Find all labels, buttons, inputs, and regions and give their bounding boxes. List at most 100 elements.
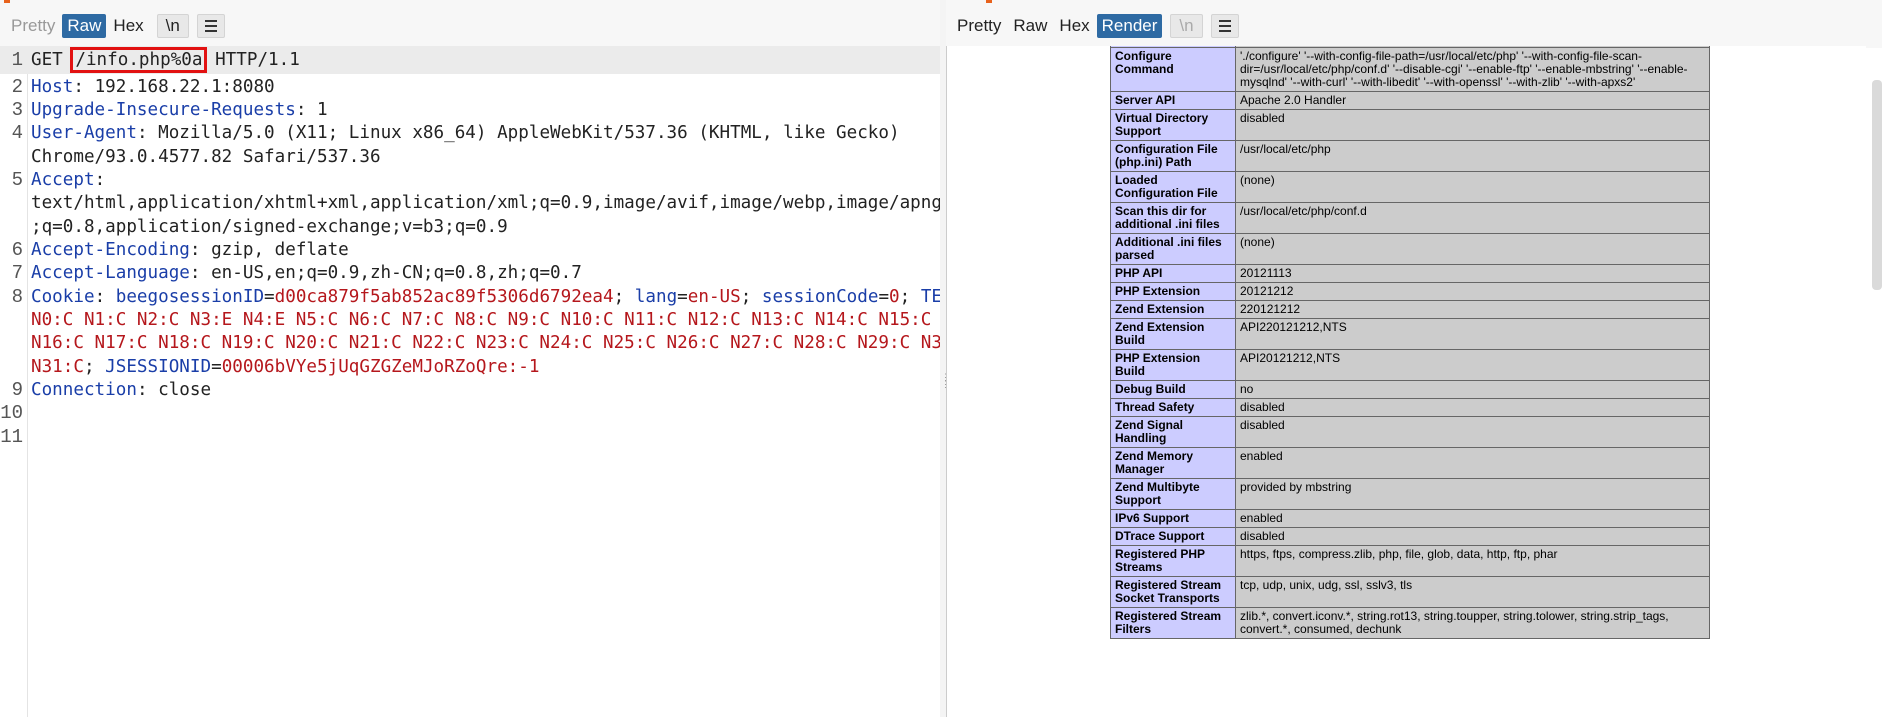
rendered-response[interactable]: Configure Command './configure' '--with-c…: [946, 46, 1866, 717]
tab-hex[interactable]: Hex: [108, 14, 148, 38]
table-row: PHP API 20121113: [1110, 264, 1710, 283]
request-toolbar: Pretty Raw Hex \n: [0, 0, 940, 48]
table-key: Additional .ini files parsed: [1110, 233, 1236, 265]
table-key: Zend Signal Handling: [1110, 416, 1236, 448]
table-row: Zend Memory Manager enabled: [1110, 447, 1710, 479]
table-row: Thread Safety disabled: [1110, 398, 1710, 417]
table-value: /usr/local/etc/php/conf.d: [1235, 202, 1710, 234]
table-row: Registered Stream Socket Transports tcp, …: [1110, 576, 1710, 608]
table-row: DTrace Support disabled: [1110, 527, 1710, 546]
line-number: 11: [0, 426, 23, 448]
table-value: './configure' '--with-config-file-path=/…: [1235, 47, 1710, 92]
table-value: disabled: [1235, 527, 1710, 546]
table-row: Additional .ini files parsed (none): [1110, 233, 1710, 265]
options-menu-button[interactable]: [196, 14, 225, 38]
table-key: Registered Stream Filters: [1110, 607, 1236, 639]
table-row: PHP Extension 20121212: [1110, 282, 1710, 301]
table-row: Scan this dir for additional .ini files /…: [1110, 202, 1710, 234]
table-key: Configuration File (php.ini) Path: [1110, 140, 1236, 172]
show-newlines-button[interactable]: \n: [1170, 14, 1203, 38]
table-value: API220121212,NTS: [1235, 318, 1710, 350]
table-value: Apache 2.0 Handler: [1235, 91, 1710, 110]
table-key: Zend Extension Build: [1110, 318, 1236, 350]
hamburger-icon: [204, 20, 217, 22]
table-key: Loaded Configuration File: [1110, 171, 1236, 203]
http-protocol: HTTP/1.1: [215, 50, 300, 70]
options-menu-button[interactable]: [1210, 14, 1239, 38]
request-line: GET /info.php%0a HTTP/1.1: [31, 46, 300, 74]
table-row: Debug Build no: [1110, 380, 1710, 399]
tab-pretty[interactable]: Pretty: [952, 14, 1006, 38]
table-key: PHP Extension: [1110, 282, 1236, 301]
vertical-scrollbar[interactable]: [1872, 80, 1882, 290]
response-view-tabs: Pretty Raw Hex Render \n: [952, 14, 1239, 38]
table-row: Server API Apache 2.0 Handler: [1110, 91, 1710, 110]
table-value: enabled: [1235, 447, 1710, 479]
http-method: GET: [31, 50, 63, 70]
show-newlines-button[interactable]: \n: [156, 14, 189, 38]
tab-raw[interactable]: Raw: [1008, 14, 1052, 38]
table-row: Registered PHP Streams https, ftps, compr…: [1110, 545, 1710, 577]
table-row: Loaded Configuration File (none): [1110, 171, 1710, 203]
request-editor[interactable]: 1 GET /info.php%0a HTTP/1.1 2 Host: 192.…: [0, 46, 984, 717]
table-value: tcp, udp, unix, udg, ssl, sslv3, tls: [1235, 576, 1710, 608]
tab-render[interactable]: Render: [1096, 14, 1163, 38]
editor-line: 1 GET /info.php%0a HTTP/1.1: [0, 46, 940, 74]
table-key: Server API: [1110, 91, 1236, 110]
table-value: enabled: [1235, 509, 1710, 528]
toolbar-accent: [986, 0, 992, 3]
table-value: (none): [1235, 233, 1710, 265]
table-key: Zend Memory Manager: [1110, 447, 1236, 479]
hamburger-icon: [1218, 20, 1231, 22]
table-value: disabled: [1235, 398, 1710, 417]
table-row: Configure Command './configure' '--with-c…: [1110, 47, 1710, 92]
table-key: Scan this dir for additional .ini files: [1110, 202, 1236, 234]
request-path-highlighted: /info.php%0a: [70, 47, 208, 73]
table-row: Zend Extension Build API220121212,NTS: [1110, 318, 1710, 350]
table-key: Registered PHP Streams: [1110, 545, 1236, 577]
table-row: PHP Extension Build API20121212,NTS: [1110, 349, 1710, 381]
tab-hex[interactable]: Hex: [1054, 14, 1094, 38]
table-key: Configure Command: [1110, 47, 1236, 92]
toolbar-accent: [4, 0, 10, 3]
editor-line: 11: [0, 423, 940, 451]
table-row: Configuration File (php.ini) Path/usr/lo…: [1110, 140, 1710, 172]
response-toolbar: Pretty Raw Hex Render \n: [946, 0, 1882, 48]
table-value: 20121113: [1235, 264, 1710, 283]
table-value: https, ftps, compress.zlib, php, file, g…: [1235, 545, 1710, 577]
table-key: PHP API: [1110, 264, 1236, 283]
table-value: no: [1235, 380, 1710, 399]
table-row: IPv6 Support enabled: [1110, 509, 1710, 528]
tab-raw[interactable]: Raw: [62, 14, 107, 38]
response-pane: Pretty Raw Hex Render \n Configure Comma…: [946, 0, 1882, 717]
table-value: /usr/local/etc/php: [1235, 140, 1710, 172]
table-value: (none): [1235, 171, 1710, 203]
table-value: disabled: [1235, 109, 1710, 141]
phpinfo-table: Configure Command './configure' '--with-c…: [1110, 46, 1710, 639]
table-row: Registered Stream Filters zlib.*, convert…: [1110, 607, 1710, 639]
table-value: 220121212: [1235, 300, 1710, 319]
table-row: Zend Extension 220121212: [1110, 300, 1710, 319]
request-pane: Pretty Raw Hex \n 1 GET /info.php%0a HTT…: [0, 0, 984, 717]
table-key: Thread Safety: [1110, 398, 1236, 417]
table-value: API20121212,NTS: [1235, 349, 1710, 381]
table-key: PHP Extension Build: [1110, 349, 1236, 381]
table-key: Zend Multibyte Support: [1110, 478, 1236, 510]
table-value: disabled: [1235, 416, 1710, 448]
table-value: 20121212: [1235, 282, 1710, 301]
table-value: provided by mbstring: [1235, 478, 1710, 510]
table-row: Zend Signal Handling disabled: [1110, 416, 1710, 448]
table-row: Virtual Directory Support disabled: [1110, 109, 1710, 141]
table-row: Zend Multibyte Support provided by mbstri…: [1110, 478, 1710, 510]
tab-pretty[interactable]: Pretty: [6, 14, 60, 38]
request-view-tabs: Pretty Raw Hex \n: [6, 14, 225, 38]
table-key: Zend Extension: [1110, 300, 1236, 319]
table-key: IPv6 Support: [1110, 509, 1236, 528]
table-key: Registered Stream Socket Transports: [1110, 576, 1236, 608]
table-key: DTrace Support: [1110, 527, 1236, 546]
table-key: Virtual Directory Support: [1110, 109, 1236, 141]
splitter-grip-icon[interactable]: ⋮⋮: [941, 373, 950, 398]
line-number: 1: [11, 49, 23, 71]
table-key: Debug Build: [1110, 380, 1236, 399]
table-value: zlib.*, convert.iconv.*, string.rot13, s…: [1235, 607, 1710, 639]
